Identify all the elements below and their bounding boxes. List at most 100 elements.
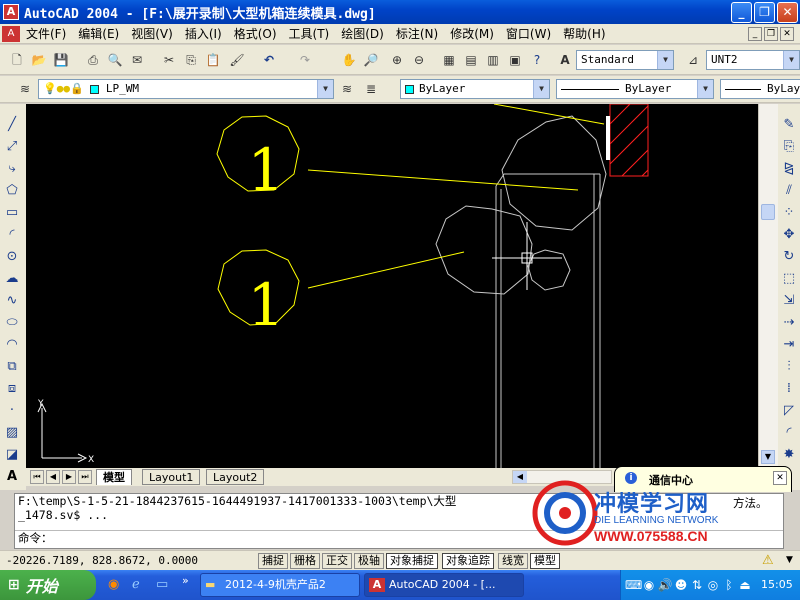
antivirus-icon[interactable]: ◎ <box>705 577 721 593</box>
arc-icon[interactable]: ◜ <box>3 226 21 244</box>
zoom-realtime-icon[interactable]: 🔎 <box>362 51 380 69</box>
prev-tab-icon[interactable]: ◀ <box>46 470 60 484</box>
firefox-tray-icon[interactable]: ◉ <box>641 577 657 593</box>
doc-close-button[interactable]: ✕ <box>780 27 794 41</box>
keyboard-icon[interactable]: ⌨ <box>625 577 642 593</box>
show-desktop-icon[interactable]: ▭ <box>156 577 168 592</box>
calculator-icon[interactable]: ▣ <box>506 51 524 69</box>
last-tab-icon[interactable]: ⏭ <box>78 470 92 484</box>
move-icon[interactable]: ✥ <box>780 226 798 244</box>
insert-block-icon[interactable]: ⧉ <box>3 358 21 376</box>
multiline-text-icon[interactable]: A <box>3 468 21 486</box>
revision-cloud-icon[interactable]: ☁ <box>3 270 21 288</box>
menu-dimension[interactable]: 标注(N) <box>390 25 444 42</box>
extend-icon[interactable]: ⇥ <box>780 336 798 354</box>
tool-palettes-icon[interactable]: ▥ <box>484 51 502 69</box>
break-icon[interactable]: ⫶ <box>780 358 798 376</box>
tab-model[interactable]: 模型 <box>96 469 132 485</box>
array-icon[interactable]: ⁘ <box>780 204 798 222</box>
lineweight-toggle[interactable]: 线宽 <box>498 553 528 569</box>
dim-style-select[interactable]: UNT2 ▼ <box>706 50 800 70</box>
rotate-icon[interactable]: ↻ <box>780 248 798 266</box>
menu-help[interactable]: 帮助(H) <box>557 25 611 42</box>
osnap-toggle[interactable]: 对象捕捉 <box>386 553 438 569</box>
warning-icon[interactable]: ⚠ <box>762 553 774 568</box>
notification-close-button[interactable]: ✕ <box>773 471 787 485</box>
publish-icon[interactable]: ✉ <box>128 51 146 69</box>
match-properties-icon[interactable]: 🖌 <box>228 51 246 69</box>
make-block-icon[interactable]: ⧈ <box>3 380 21 398</box>
snap-toggle[interactable]: 捕捉 <box>258 553 288 569</box>
make-current-layer-icon[interactable]: ≋ <box>338 80 356 98</box>
open-icon[interactable]: 📂 <box>30 51 48 69</box>
stretch-icon[interactable]: ⇲ <box>780 292 798 310</box>
scroll-left-icon[interactable]: ◀ <box>513 471 527 483</box>
chamfer-icon[interactable]: ◸ <box>780 402 798 420</box>
erase-icon[interactable]: ✎ <box>780 116 798 134</box>
layer-select[interactable]: 💡●●🔒 LP_WM ▼ <box>38 79 334 99</box>
copy-icon[interactable]: ⎘ <box>182 51 200 69</box>
ortho-toggle[interactable]: 正交 <box>322 553 352 569</box>
cut-icon[interactable]: ✂ <box>160 51 178 69</box>
fillet-icon[interactable]: ◜ <box>780 424 798 442</box>
undo-icon[interactable]: ↶ <box>260 51 278 69</box>
scroll-down-icon[interactable]: ▼ <box>761 450 775 464</box>
model-toggle[interactable]: 模型 <box>530 553 560 569</box>
next-tab-icon[interactable]: ▶ <box>62 470 76 484</box>
polygon-icon[interactable]: ⬠ <box>3 182 21 200</box>
preview-icon[interactable]: 🔍 <box>106 51 124 69</box>
linetype-select[interactable]: ByLayer ▼ <box>556 79 714 99</box>
trim-icon[interactable]: ⇢ <box>780 314 798 332</box>
qq-icon[interactable]: ☻ <box>673 577 689 593</box>
speaker-icon[interactable]: 🔊 <box>657 577 673 593</box>
menu-window[interactable]: 窗口(W) <box>500 25 557 42</box>
notification-balloon[interactable]: i 通信中心 ✕ <box>614 466 792 492</box>
first-tab-icon[interactable]: ⏮ <box>30 470 44 484</box>
task-autocad[interactable]: A AutoCAD 2004 - [... <box>364 573 524 597</box>
document-icon[interactable]: A <box>2 25 20 42</box>
layer-previous-icon[interactable]: ≣ <box>362 80 380 98</box>
copy-object-icon[interactable]: ⎘ <box>780 138 798 156</box>
construction-line-icon[interactable]: ⤢ <box>3 138 21 156</box>
polyline-icon[interactable]: ⤷ <box>3 160 21 178</box>
region-icon[interactable]: ◪ <box>3 446 21 464</box>
menu-file[interactable]: 文件(F) <box>20 25 72 42</box>
scale-icon[interactable]: ⬚ <box>780 270 798 288</box>
close-button[interactable]: ✕ <box>777 2 798 23</box>
menu-draw[interactable]: 绘图(D) <box>335 25 390 42</box>
quicklaunch-more-icon[interactable]: » <box>182 574 189 587</box>
line-icon[interactable]: ╱ <box>3 116 21 134</box>
menu-format[interactable]: 格式(O) <box>228 25 283 42</box>
ie-icon[interactable]: ℯ <box>132 577 140 592</box>
explode-icon[interactable]: ✸ <box>780 446 798 464</box>
start-button[interactable]: ⊞ 开始 <box>0 570 96 600</box>
save-icon[interactable]: 💾 <box>52 51 70 69</box>
zoom-window-icon[interactable]: ⊕ <box>388 51 406 69</box>
drawing-canvas[interactable]: 1 1 Y X <box>26 104 778 468</box>
tab-layout2[interactable]: Layout2 <box>206 469 265 485</box>
text-style-icon[interactable]: A <box>556 51 574 69</box>
break-at-point-icon[interactable]: ⁞ <box>780 380 798 398</box>
pan-icon[interactable]: ✋ <box>340 51 358 69</box>
tab-layout1[interactable]: Layout1 <box>142 469 201 485</box>
bluetooth-icon[interactable]: ᛒ <box>721 577 737 593</box>
usb-icon[interactable]: ⏏ <box>737 577 753 593</box>
polar-toggle[interactable]: 极轴 <box>354 553 384 569</box>
menu-view[interactable]: 视图(V) <box>125 25 179 42</box>
point-icon[interactable]: · <box>3 402 21 420</box>
ellipse-arc-icon[interactable]: ◠ <box>3 336 21 354</box>
restore-button[interactable]: ❐ <box>754 2 775 23</box>
network-icon[interactable]: ⇅ <box>689 577 705 593</box>
zoom-previous-icon[interactable]: ⊖ <box>410 51 428 69</box>
menu-tools[interactable]: 工具(T) <box>283 25 336 42</box>
paste-icon[interactable]: 📋 <box>204 51 222 69</box>
redo-icon[interactable]: ↷ <box>296 51 314 69</box>
autocad-icon[interactable]: A <box>3 4 19 20</box>
status-menu-icon[interactable]: ▼ <box>786 555 793 565</box>
circle-icon[interactable]: ⊙ <box>3 248 21 266</box>
color-select[interactable]: ByLayer ▼ <box>400 79 550 99</box>
mirror-icon[interactable]: ⧎ <box>780 160 798 178</box>
task-folder[interactable]: ▬ 2012-4-9机壳产品2 <box>200 573 360 597</box>
rectangle-icon[interactable]: ▭ <box>3 204 21 222</box>
vertical-scrollbar[interactable]: ▼ <box>758 104 778 468</box>
